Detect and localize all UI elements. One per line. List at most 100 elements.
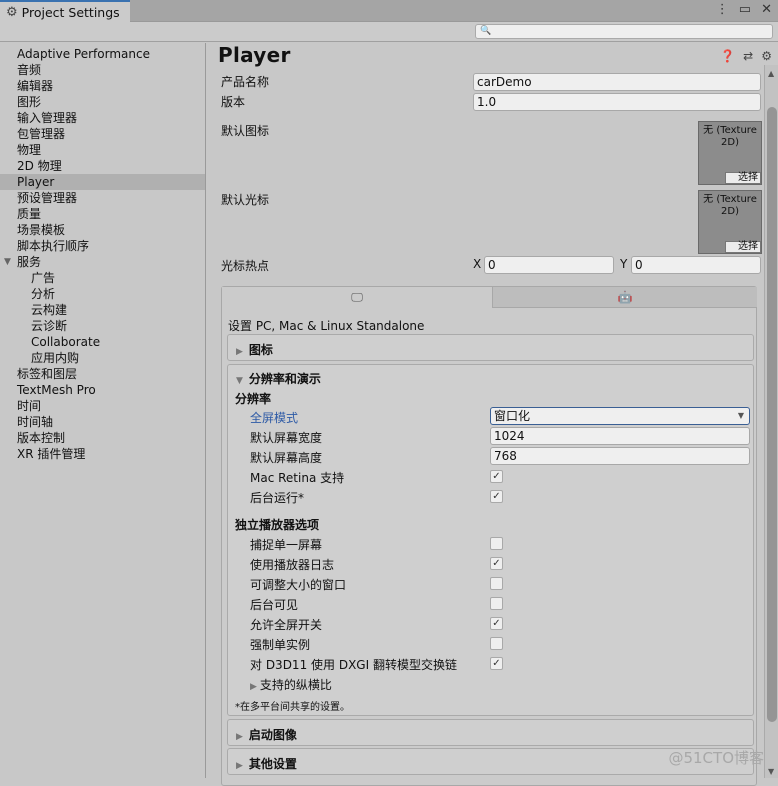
default-width-field[interactable]: 1024 xyxy=(490,427,750,445)
presets-icon[interactable]: ⇄ xyxy=(743,49,753,63)
run-in-background-checkbox[interactable]: ✓ xyxy=(490,490,503,503)
search-icon: 🔍 xyxy=(480,26,492,36)
inspector-panel: Player ❓ ⇄ ⚙ 产品名称 carDemo 版本 1.0 默认图标 无 … xyxy=(207,43,778,786)
sidebar-item-label: 云构建 xyxy=(31,303,68,317)
sidebar-item[interactable]: 场景模板 xyxy=(0,222,205,238)
standalone-option-checkbox[interactable]: ✓ xyxy=(490,657,503,670)
sidebar-item-label: Collaborate xyxy=(31,335,101,349)
sidebar-item[interactable]: 分析 xyxy=(0,286,205,302)
section-splash-image[interactable]: ▶ 启动图像 xyxy=(227,719,754,746)
settings-icon[interactable]: ⚙ xyxy=(761,49,772,63)
sidebar-item[interactable]: 脚本执行顺序 xyxy=(0,238,205,254)
hotspot-y-field[interactable]: 0 xyxy=(631,256,761,274)
sidebar-item[interactable]: 质量 xyxy=(0,206,205,222)
sidebar-item[interactable]: 物理 xyxy=(0,142,205,158)
section-resolution-header[interactable]: ▼ 分辨率和演示 xyxy=(236,370,321,387)
standalone-option-checkbox[interactable] xyxy=(490,637,503,650)
standalone-option-checkbox[interactable] xyxy=(490,597,503,610)
sidebar-item-label: 输入管理器 xyxy=(17,111,78,125)
shared-settings-footnote: *在多平台间共享的设置。 xyxy=(235,702,350,713)
aspect-ratios-foldout[interactable]: ▶ 支持的纵横比 xyxy=(250,676,332,693)
mac-retina-checkbox[interactable]: ✓ xyxy=(490,470,503,483)
standalone-subheader: 独立播放器选项 xyxy=(235,518,320,532)
sidebar-item-label: 脚本执行顺序 xyxy=(17,239,90,253)
maximize-icon[interactable]: ▭ xyxy=(739,2,751,17)
default-cursor-texture-slot[interactable]: 无 (Texture 2D) 选择 xyxy=(698,190,762,254)
vertical-scrollbar[interactable]: ▲ ▼ xyxy=(764,65,778,778)
sidebar-item[interactable]: 应用内购 xyxy=(0,350,205,366)
scrollbar-thumb[interactable] xyxy=(767,107,777,722)
close-icon[interactable]: ✕ xyxy=(761,2,772,17)
sidebar-item[interactable]: Player xyxy=(0,174,205,190)
standalone-option-checkbox[interactable] xyxy=(490,537,503,550)
sidebar-item[interactable]: 图形 xyxy=(0,94,205,110)
section-icon[interactable]: ▶ 图标 xyxy=(227,334,754,361)
sidebar-item[interactable]: 云构建 xyxy=(0,302,205,318)
standalone-option-label: 后台可见 xyxy=(250,598,299,612)
sidebar-item[interactable]: XR 插件管理 xyxy=(0,446,205,462)
default-icon-texture-slot[interactable]: 无 (Texture 2D) 选择 xyxy=(698,121,762,185)
sidebar-item[interactable]: 编辑器 xyxy=(0,78,205,94)
sidebar-item[interactable]: 版本控制 xyxy=(0,430,205,446)
standalone-option-label: 捕捉单一屏幕 xyxy=(250,538,323,552)
hotspot-x-field[interactable]: 0 xyxy=(484,256,614,274)
sidebar-item-label: Adaptive Performance xyxy=(17,47,150,61)
tab-android[interactable]: 🤖 xyxy=(492,287,757,308)
sidebar-item[interactable]: 时间轴 xyxy=(0,414,205,430)
product-name-label: 产品名称 xyxy=(221,75,270,89)
chevron-down-icon: ▼ xyxy=(737,411,744,420)
scroll-down-icon[interactable]: ▼ xyxy=(768,767,774,776)
section-resolution: ▼ 分辨率和演示 分辨率 全屏模式 窗口化 ▼ 默认屏幕宽度 1024 默认屏幕高… xyxy=(227,364,754,716)
standalone-option-label: 使用播放器日志 xyxy=(250,558,335,572)
scroll-up-icon[interactable]: ▲ xyxy=(768,69,774,78)
project-settings-tab[interactable]: ⚙ Project Settings xyxy=(0,0,130,22)
default-height-field[interactable]: 768 xyxy=(490,447,750,465)
standalone-option-checkbox[interactable]: ✓ xyxy=(490,557,503,570)
sidebar-item[interactable]: 输入管理器 xyxy=(0,110,205,126)
standalone-option-label: 对 D3D11 使用 DXGI 翻转模型交换链 xyxy=(250,658,457,672)
collapse-arrow-icon: ▼ xyxy=(236,376,243,386)
fullscreen-mode-dropdown[interactable]: 窗口化 ▼ xyxy=(490,407,750,425)
sidebar-item[interactable]: 广告 xyxy=(0,270,205,286)
standalone-option-checkbox[interactable] xyxy=(490,577,503,590)
sidebar-item-label: 云诊断 xyxy=(31,319,68,333)
sidebar-item-label: 编辑器 xyxy=(17,79,54,93)
sidebar-item-label: 图形 xyxy=(17,95,42,109)
standalone-option-checkbox[interactable]: ✓ xyxy=(490,617,503,630)
select-texture-button[interactable]: 选择 xyxy=(725,241,761,253)
version-field[interactable]: 1.0 xyxy=(473,93,761,111)
default-width-label: 默认屏幕宽度 xyxy=(250,431,323,445)
sidebar-item-label: 质量 xyxy=(17,207,42,221)
sidebar-item-label: 2D 物理 xyxy=(17,159,62,173)
sidebar-item[interactable]: 预设管理器 xyxy=(0,190,205,206)
sidebar-item[interactable]: Collaborate xyxy=(0,334,205,350)
gear-icon: ⚙ xyxy=(6,4,18,20)
sidebar-item-label: 应用内购 xyxy=(31,351,80,365)
more-icon[interactable]: ⋮ xyxy=(716,2,729,17)
help-icon[interactable]: ❓ xyxy=(720,49,735,63)
sidebar-item-label: 分析 xyxy=(31,287,56,301)
default-icon-label: 默认图标 xyxy=(221,124,270,138)
search-input[interactable]: 🔍 xyxy=(475,24,773,39)
product-name-field[interactable]: carDemo xyxy=(473,73,761,91)
sidebar-item[interactable]: Adaptive Performance xyxy=(0,46,205,62)
sidebar-item[interactable]: ▼ 服务 xyxy=(0,254,205,270)
hotspot-y-label: Y xyxy=(620,257,628,271)
standalone-option-label: 可调整大小的窗口 xyxy=(250,578,347,592)
expand-arrow-icon[interactable]: ▼ xyxy=(4,254,11,270)
tab-title: Project Settings xyxy=(21,4,120,20)
watermark: @51CTO博客 xyxy=(668,749,764,767)
select-texture-button[interactable]: 选择 xyxy=(725,172,761,184)
sidebar-item[interactable]: 音频 xyxy=(0,62,205,78)
sidebar-item-label: 时间轴 xyxy=(17,415,54,429)
sidebar-item[interactable]: 云诊断 xyxy=(0,318,205,334)
sidebar-item-label: 广告 xyxy=(31,271,56,285)
sidebar-item[interactable]: TextMesh Pro xyxy=(0,382,205,398)
sidebar-item[interactable]: 包管理器 xyxy=(0,126,205,142)
sidebar-item[interactable]: 2D 物理 xyxy=(0,158,205,174)
expand-arrow-icon: ▶ xyxy=(236,732,243,742)
sidebar-item[interactable]: 时间 xyxy=(0,398,205,414)
sidebar-item[interactable]: 标签和图层 xyxy=(0,366,205,382)
cursor-hotspot-label: 光标热点 xyxy=(221,259,270,273)
tab-standalone[interactable]: 🖵 xyxy=(222,287,492,308)
